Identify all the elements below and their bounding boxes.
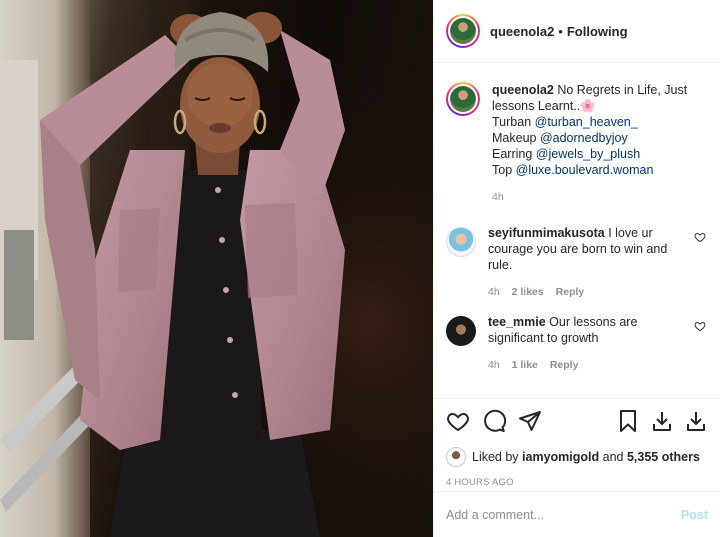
liker-avatar[interactable] bbox=[446, 447, 466, 467]
post-photo-artwork bbox=[0, 0, 433, 537]
comment-time[interactable]: 4h bbox=[488, 286, 500, 298]
caption-meta: 4h bbox=[492, 191, 704, 203]
caption-time[interactable]: 4h bbox=[492, 191, 504, 203]
commenter-avatar[interactable] bbox=[446, 227, 476, 257]
add-comment-bar: Post bbox=[434, 491, 720, 537]
heart-icon[interactable] bbox=[446, 409, 470, 433]
mention-makeup[interactable]: @adornedbyjoy bbox=[540, 131, 628, 145]
comment-text: seyifunmimakusota I love ur courage you … bbox=[488, 225, 688, 273]
comment-like-heart-icon[interactable] bbox=[694, 320, 706, 332]
post-timestamp[interactable]: 4 HOURS AGO bbox=[446, 477, 708, 488]
action-bar bbox=[446, 409, 708, 433]
avatar[interactable] bbox=[446, 14, 480, 48]
likes-summary: Liked by iamyomigold and 5,355 others bbox=[446, 447, 708, 467]
caption-text: queenola2 No Regrets in Life, Just lesso… bbox=[492, 82, 704, 178]
comment-like-heart-icon[interactable] bbox=[694, 231, 706, 243]
likes-prefix: Liked by bbox=[472, 450, 519, 464]
comment-likes[interactable]: 1 like bbox=[512, 359, 538, 371]
makeup-label: Makeup bbox=[492, 131, 540, 145]
comments-list[interactable]: queenola2 No Regrets in Life, Just lesso… bbox=[434, 64, 720, 398]
earring-label: Earring bbox=[492, 147, 536, 161]
share-icon[interactable] bbox=[518, 409, 542, 433]
mention-top[interactable]: @luxe.boulevard.woman bbox=[516, 163, 654, 177]
post-button[interactable]: Post bbox=[681, 508, 708, 522]
comment-meta: 4h 1 like Reply bbox=[488, 359, 688, 371]
comment-time[interactable]: 4h bbox=[488, 359, 500, 371]
comment-item: seyifunmimakusota I love ur courage you … bbox=[446, 225, 706, 298]
top-label: Top bbox=[492, 163, 516, 177]
reply-button[interactable]: Reply bbox=[556, 286, 585, 298]
comment-icon[interactable] bbox=[482, 409, 506, 433]
post-sidebar: queenola2 • Following queenola2 No Regre… bbox=[433, 0, 720, 537]
comment-username[interactable]: seyifunmimakusota bbox=[488, 226, 605, 240]
post-photo[interactable] bbox=[0, 0, 433, 537]
likes-middle: and bbox=[602, 450, 624, 464]
bookmark-icon[interactable] bbox=[616, 409, 640, 433]
following-button[interactable]: Following bbox=[567, 24, 628, 39]
mention-earring[interactable]: @jewels_by_plush bbox=[536, 147, 640, 161]
download-icon[interactable] bbox=[650, 409, 674, 433]
likes-others[interactable]: 5,355 others bbox=[627, 450, 700, 464]
mention-turban[interactable]: @turban_heaven_ bbox=[535, 115, 638, 129]
caption-avatar[interactable] bbox=[446, 82, 480, 116]
turban-label: Turban bbox=[492, 115, 535, 129]
comment-item: tee_mmie Our lessons are significant to … bbox=[446, 314, 706, 371]
caption-username[interactable]: queenola2 bbox=[492, 83, 554, 97]
comment-meta: 4h 2 likes Reply bbox=[488, 286, 688, 298]
reply-button[interactable]: Reply bbox=[550, 359, 579, 371]
caption: queenola2 No Regrets in Life, Just lesso… bbox=[446, 82, 706, 203]
comment-text: tee_mmie Our lessons are significant to … bbox=[488, 314, 688, 346]
commenter-avatar[interactable] bbox=[446, 316, 476, 346]
comment-input[interactable] bbox=[446, 507, 681, 522]
header-separator: • bbox=[558, 23, 563, 39]
liker-username[interactable]: iamyomigold bbox=[522, 450, 599, 464]
comment-likes[interactable]: 2 likes bbox=[512, 286, 544, 298]
download-icon[interactable] bbox=[684, 409, 708, 433]
comment-username[interactable]: tee_mmie bbox=[488, 315, 546, 329]
flower-emoji-icon: 🌸 bbox=[580, 99, 596, 113]
post-header: queenola2 • Following bbox=[434, 0, 720, 63]
header-username[interactable]: queenola2 bbox=[490, 24, 554, 39]
